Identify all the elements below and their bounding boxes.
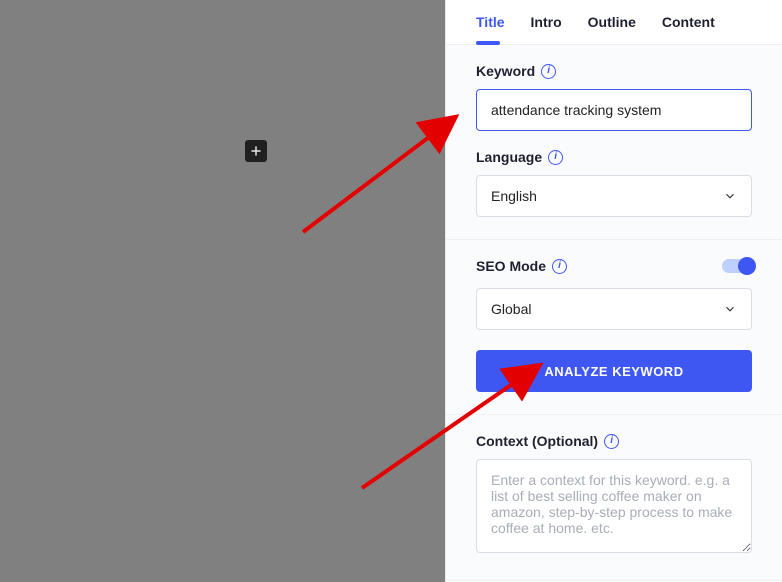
language-value: English [491,188,537,204]
language-label: Language [476,149,542,165]
language-info-icon[interactable] [548,150,563,165]
section-context: Context (Optional) [446,415,782,581]
field-keyword: Keyword [476,63,752,131]
seo-region-select[interactable]: Global [476,288,752,330]
keyword-input[interactable] [476,89,752,131]
tab-title[interactable]: Title [476,14,505,44]
add-block-button[interactable] [245,140,267,162]
chevron-down-icon [723,302,737,316]
seo-info-icon[interactable] [552,259,567,274]
tab-content[interactable]: Content [662,14,715,44]
tab-bar: Title Intro Outline Content [446,0,782,45]
seo-region-value: Global [491,301,531,317]
field-language: Language English [476,149,752,217]
seo-toggle[interactable] [722,259,752,273]
editor-canvas [0,0,445,582]
tab-outline[interactable]: Outline [588,14,636,44]
section-keyword: Keyword Language English [446,45,782,240]
analyze-keyword-button[interactable]: ANALYZE KEYWORD [476,350,752,392]
keyword-label: Keyword [476,63,535,79]
plus-icon [250,145,262,157]
context-textarea[interactable] [476,459,752,553]
section-seo: SEO Mode Global ANALYZE KEYWORD [446,240,782,415]
keyword-info-icon[interactable] [541,64,556,79]
tab-intro[interactable]: Intro [531,14,562,44]
chevron-down-icon [723,189,737,203]
context-info-icon[interactable] [604,434,619,449]
seo-label: SEO Mode [476,258,546,274]
context-label: Context (Optional) [476,433,598,449]
settings-panel: Title Intro Outline Content Keyword Lang… [445,0,782,582]
language-select[interactable]: English [476,175,752,217]
